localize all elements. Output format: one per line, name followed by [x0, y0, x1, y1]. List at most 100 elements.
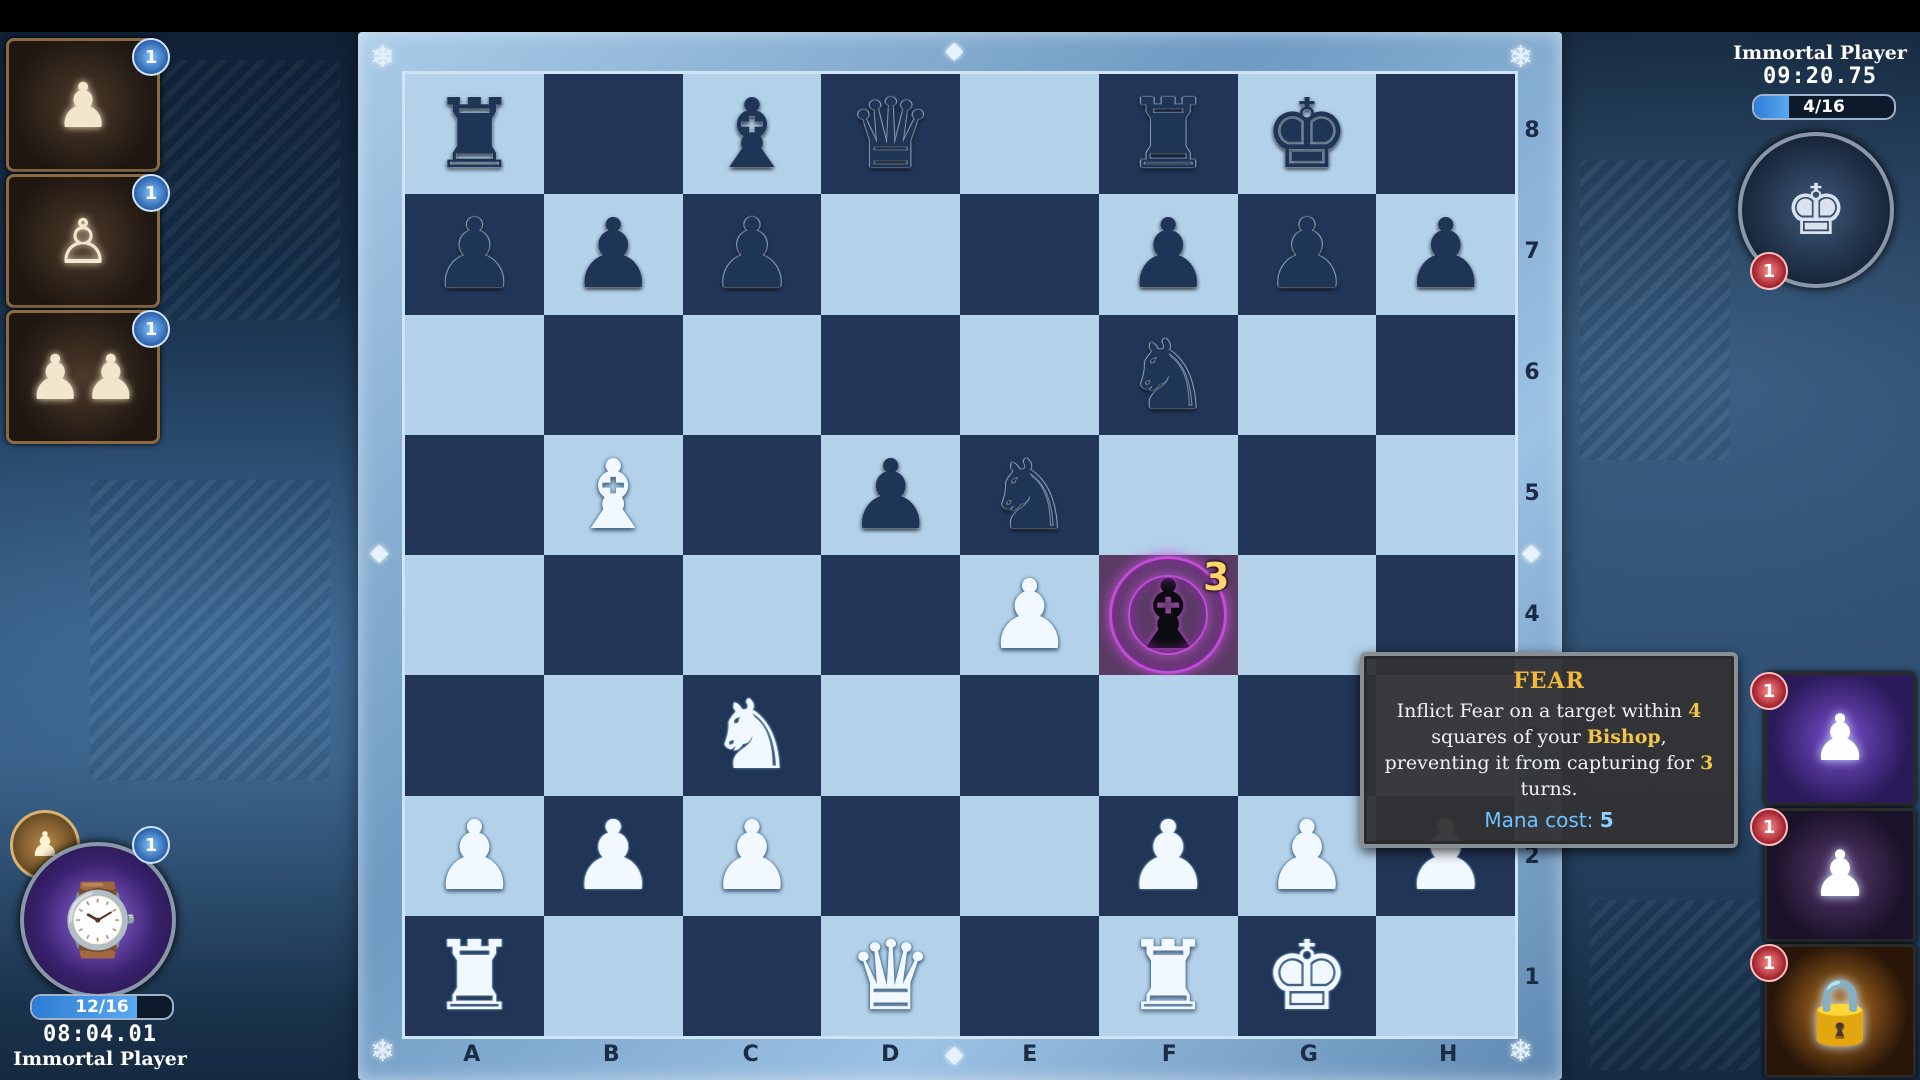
player-portrait[interactable]: ⌚ — [20, 842, 176, 998]
square-d7[interactable] — [821, 194, 960, 315]
white-knight[interactable]: ♞ — [709, 687, 795, 783]
white-pawn[interactable]: ♟ — [1264, 808, 1350, 904]
square-b5[interactable]: ♝ — [543, 434, 683, 555]
black-pawn[interactable]: ♟ — [709, 206, 795, 302]
black-rook[interactable]: ♜ — [431, 86, 517, 182]
square-e2[interactable] — [960, 795, 1099, 916]
square-d3[interactable] — [821, 675, 960, 796]
square-g5[interactable] — [1237, 434, 1377, 555]
square-h1[interactable] — [1376, 915, 1515, 1036]
square-g7[interactable]: ♟ — [1237, 194, 1377, 315]
square-g3[interactable] — [1237, 675, 1377, 796]
black-bishop[interactable]: ♝ — [709, 86, 795, 182]
square-c5[interactable] — [682, 434, 822, 555]
square-f2[interactable]: ♟ — [1098, 795, 1238, 916]
square-a8[interactable]: ♜ — [405, 74, 544, 195]
square-c2[interactable]: ♟ — [682, 795, 822, 916]
black-pawn[interactable]: ♟ — [431, 206, 517, 302]
opponent-card-orb: 1 — [1750, 672, 1788, 710]
square-c8[interactable]: ♝ — [682, 74, 822, 195]
square-g1[interactable]: ♚ — [1237, 915, 1377, 1036]
black-king[interactable]: ♚ — [1264, 86, 1350, 182]
black-knight[interactable]: ♞ — [986, 447, 1072, 543]
square-d2[interactable] — [821, 795, 960, 916]
black-pawn[interactable]: ♟ — [1125, 206, 1211, 302]
square-c4[interactable] — [682, 555, 822, 676]
pawn-swap-icon: ♟ — [1811, 702, 1869, 776]
white-queen[interactable]: ♛ — [848, 928, 934, 1024]
black-pawn[interactable]: ♟ — [1403, 206, 1489, 302]
square-b7[interactable]: ♟ — [543, 194, 683, 315]
square-a1[interactable]: ♜ — [405, 915, 544, 1036]
opponent-card-orb: 1 — [1750, 944, 1788, 982]
rank-label: 4 — [1524, 601, 1540, 627]
chess-board[interactable]: ♜ ♝ ♛ ♜ ♚ ♟ ♟ ♟ ♟ ♟ ♟ ♞ ♝ ♟ ♞ ♟ ♝ 3 ♞ ♟ ♟ ♟ ♟ ♟ ♟ ♜ ♛ ♜ ♚ — [402, 71, 1518, 1039]
black-pawn[interactable]: ♟ — [848, 447, 934, 543]
square-c7[interactable]: ♟ — [682, 194, 822, 315]
white-pawn[interactable]: ♟ — [570, 808, 656, 904]
black-pawn[interactable]: ♟ — [570, 206, 656, 302]
black-queen[interactable]: ♛ — [848, 86, 934, 182]
rank-label: 8 — [1524, 117, 1540, 143]
square-c3[interactable]: ♞ — [682, 675, 822, 796]
square-e5[interactable]: ♞ — [960, 434, 1099, 555]
square-h7[interactable]: ♟ — [1376, 194, 1515, 315]
square-e7[interactable] — [960, 194, 1099, 315]
square-a2[interactable]: ♟ — [405, 795, 544, 916]
white-rook[interactable]: ♜ — [1125, 928, 1211, 1024]
square-e4[interactable]: ♟ — [960, 555, 1099, 676]
top-letterbox — [0, 0, 1920, 32]
square-e1[interactable] — [960, 915, 1099, 1036]
square-f4[interactable]: ♝ 3 — [1098, 555, 1238, 676]
square-b1[interactable] — [543, 915, 683, 1036]
square-h8[interactable] — [1376, 74, 1515, 195]
square-b8[interactable] — [543, 74, 683, 195]
square-d4[interactable] — [821, 555, 960, 676]
square-b3[interactable] — [543, 675, 683, 796]
square-g2[interactable]: ♟ — [1237, 795, 1377, 916]
white-pawn[interactable]: ♟ — [709, 808, 795, 904]
player-mana-text: 12/16 — [75, 997, 129, 1017]
square-a4[interactable] — [405, 555, 544, 676]
square-b6[interactable] — [543, 314, 683, 435]
square-c6[interactable] — [682, 314, 822, 435]
snowflake-icon: ❄ — [370, 1034, 396, 1069]
square-f7[interactable]: ♟ — [1098, 194, 1238, 315]
square-d1[interactable]: ♛ — [821, 915, 960, 1036]
black-pawn[interactable]: ♟ — [1264, 206, 1350, 302]
square-e6[interactable] — [960, 314, 1099, 435]
white-pawn[interactable]: ♟ — [1125, 808, 1211, 904]
opponent-orb: 1 — [1750, 252, 1788, 290]
square-f5[interactable] — [1098, 434, 1238, 555]
square-g4[interactable] — [1237, 555, 1377, 676]
square-f1[interactable]: ♜ — [1098, 915, 1238, 1036]
square-d6[interactable] — [821, 314, 960, 435]
square-h5[interactable] — [1376, 434, 1515, 555]
square-d8[interactable]: ♛ — [821, 74, 960, 195]
square-d5[interactable]: ♟ — [821, 434, 960, 555]
square-g6[interactable] — [1237, 314, 1377, 435]
black-knight[interactable]: ♞ — [1125, 327, 1211, 423]
square-f8[interactable]: ♜ — [1098, 74, 1238, 195]
square-b2[interactable]: ♟ — [543, 795, 683, 916]
golden-clock-icon: ⌚ — [54, 878, 142, 961]
square-a5[interactable] — [405, 434, 544, 555]
square-c1[interactable] — [682, 915, 822, 1036]
black-rook[interactable]: ♜ — [1125, 86, 1211, 182]
white-bishop[interactable]: ♝ — [570, 447, 656, 543]
square-a6[interactable] — [405, 314, 544, 435]
rank-label: 6 — [1524, 359, 1540, 385]
white-rook[interactable]: ♜ — [431, 928, 517, 1024]
white-king[interactable]: ♚ — [1264, 928, 1350, 1024]
square-b4[interactable] — [543, 555, 683, 676]
square-g8[interactable]: ♚ — [1237, 74, 1377, 195]
square-e8[interactable] — [960, 74, 1099, 195]
square-f6[interactable]: ♞ — [1098, 314, 1238, 435]
square-h6[interactable] — [1376, 314, 1515, 435]
square-e3[interactable] — [960, 675, 1099, 796]
white-pawn[interactable]: ♟ — [986, 567, 1072, 663]
square-f3[interactable] — [1098, 675, 1238, 796]
square-a3[interactable] — [405, 675, 544, 796]
white-pawn[interactable]: ♟ — [431, 808, 517, 904]
square-a7[interactable]: ♟ — [405, 194, 544, 315]
